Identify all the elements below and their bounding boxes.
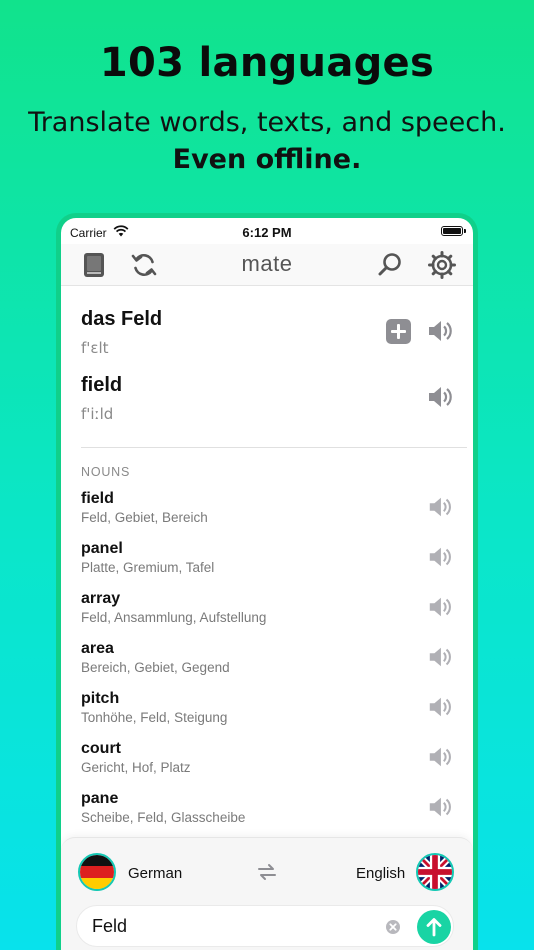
noun-word: court — [81, 740, 121, 757]
noun-row[interactable]: panel Platte, Gremium, Tafel — [81, 540, 461, 586]
gear-icon[interactable] — [427, 250, 457, 280]
noun-row[interactable]: court Gericht, Hof, Platz — [81, 740, 461, 786]
target-language-label[interactable]: English — [356, 865, 405, 882]
plus-icon[interactable] — [386, 319, 411, 344]
speaker-icon[interactable] — [427, 744, 453, 775]
speaker-icon[interactable] — [427, 494, 453, 525]
noun-word: pane — [81, 790, 119, 807]
noun-translations: Tonhöhe, Feld, Steigung — [81, 710, 228, 725]
speaker-icon[interactable] — [427, 794, 453, 825]
entry-target: field f'iːld — [81, 374, 122, 423]
swap-arrows-icon[interactable] — [255, 862, 279, 882]
noun-word: pitch — [81, 690, 120, 707]
noun-translations: Scheibe, Feld, Glasscheibe — [81, 810, 246, 825]
search-icon[interactable] — [375, 250, 405, 280]
entry-source: das Feld f'ɛlt — [81, 308, 162, 357]
noun-translations: Feld, Ansammlung, Aufstellung — [81, 610, 267, 625]
noun-word: array — [81, 590, 121, 607]
promo-subline: Translate words, texts, and speech. Even… — [0, 104, 534, 178]
source-language-label[interactable]: German — [128, 865, 182, 882]
clear-icon[interactable] — [385, 919, 401, 935]
entry-ipa: f'iːld — [81, 405, 114, 423]
status-time: 6:12 PM — [242, 225, 292, 240]
noun-translations: Bereich, Gebiet, Gegend — [81, 660, 230, 675]
noun-translations: Feld, Gebiet, Bereich — [81, 510, 208, 525]
noun-row[interactable]: array Feld, Ansammlung, Aufstellung — [81, 590, 461, 636]
noun-word: area — [81, 640, 114, 657]
arrow-up-icon — [426, 918, 442, 937]
go-button[interactable] — [417, 910, 451, 944]
section-label-nouns: NOUNS — [81, 465, 131, 479]
search-input[interactable]: Feld — [76, 905, 454, 947]
promo-headline: 103 languages — [99, 40, 435, 86]
noun-row[interactable]: area Bereich, Gebiet, Gegend — [81, 640, 461, 686]
speaker-icon[interactable] — [426, 383, 454, 411]
noun-word: panel — [81, 540, 123, 557]
toolbar: mate — [61, 244, 473, 286]
german-flag-icon[interactable] — [78, 853, 116, 891]
noun-translations: Platte, Gremium, Tafel — [81, 560, 215, 575]
noun-translations: Gericht, Hof, Platz — [81, 760, 191, 775]
promo-subline-bold: Even offline. — [172, 144, 362, 175]
entry-word: das Feld — [81, 308, 163, 330]
battery-icon — [441, 226, 466, 236]
noun-row[interactable]: pitch Tonhöhe, Feld, Steigung — [81, 690, 461, 736]
noun-word: field — [81, 490, 114, 507]
speaker-icon[interactable] — [427, 694, 453, 725]
status-bar: Carrier 6:12 PM — [61, 218, 473, 244]
uk-flag-icon[interactable] — [416, 853, 454, 891]
noun-row[interactable]: pane Scheibe, Feld, Glasscheibe — [81, 790, 461, 836]
noun-row[interactable]: field Feld, Gebiet, Bereich — [81, 490, 461, 536]
speaker-icon[interactable] — [427, 644, 453, 675]
search-input-value[interactable]: Feld — [92, 916, 127, 937]
app-title: mate — [241, 251, 293, 276]
entry-ipa: f'ɛlt — [81, 339, 109, 357]
phone-frame: Carrier 6:12 PM mate das Feld f'ɛlt fiel… — [56, 213, 478, 950]
speaker-icon[interactable] — [426, 317, 454, 345]
entry-word: field — [81, 374, 123, 396]
speaker-icon[interactable] — [427, 544, 453, 575]
language-input-panel: German English Feld — [61, 837, 473, 950]
speaker-icon[interactable] — [427, 594, 453, 625]
divider — [81, 447, 467, 448]
promo-subline-regular: Translate words, texts, and speech. — [28, 107, 506, 138]
